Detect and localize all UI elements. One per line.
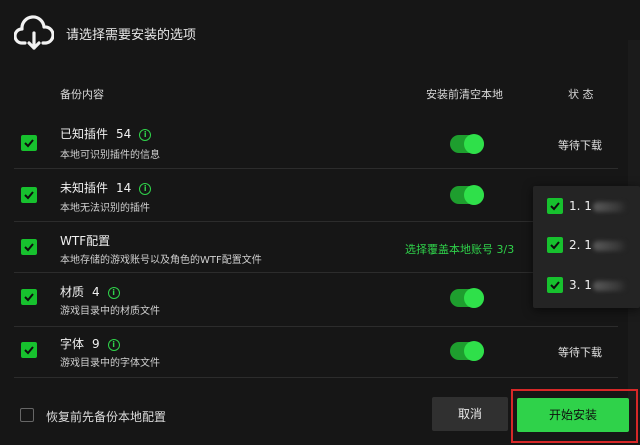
list-item-known-plugins: 已知插件 54 i 本地可识别插件的信息 等待下载 [0,118,640,168]
textures-checkbox[interactable] [21,289,37,305]
header: 请选择需要安装的选项 [0,0,640,70]
info-icon[interactable]: i [107,339,120,351]
row-count: 9 [92,337,100,351]
account-label: 2. 1 [569,238,592,252]
divider [14,272,618,273]
row-title: 未知插件 14 i [60,179,152,196]
row-description: 本地无法识别的插件 [60,203,150,214]
known-plugins-checkbox[interactable] [21,135,37,151]
column-header-content: 备份内容 [60,88,104,101]
row-count: 14 [116,181,132,195]
unknown-plugins-checkbox[interactable] [21,187,37,203]
row-name: 已知插件 [60,127,109,141]
redacted-text [593,281,627,291]
clear-toggle[interactable] [450,288,484,308]
start-install-button[interactable]: 开始安装 [517,398,629,432]
row-count: 4 [92,285,100,299]
row-name: 材质 [60,285,85,299]
cancel-button[interactable]: 取消 [432,397,508,431]
clear-toggle[interactable] [450,341,484,361]
list-item-fonts: 字体 9 i 游戏目录中的字体文件 等待下载 [0,328,640,378]
redacted-text [593,202,627,212]
account-label: 3. 1 [569,278,592,292]
row-description: 本地存储的游戏账号以及角色的WTF配置文件 [60,255,262,266]
row-name: 未知插件 [60,181,109,195]
backup-checkbox[interactable] [20,408,34,422]
backup-label: 恢复前先备份本地配置 [46,410,167,424]
account-select-popup: 1. 1 2. 1 3. 1 [533,186,640,308]
row-name: WTF配置 [60,234,111,248]
cloud-download-icon [14,15,54,50]
account-2-checkbox[interactable] [547,237,563,253]
column-header-clear: 安装前清空本地 [426,88,503,101]
account-label: 1. 1 [569,199,592,213]
info-icon[interactable]: i [107,287,120,299]
status-text: 等待下载 [558,139,602,152]
column-header-status: 状 态 [568,88,594,101]
row-name: 字体 [60,337,85,351]
account-option-2[interactable]: 2. 1 [547,237,637,257]
divider [14,377,618,378]
row-title: 字体 9 i [60,335,120,352]
clear-toggle[interactable] [450,134,484,154]
divider [14,326,618,327]
row-title: WTF配置 [60,232,110,249]
divider [14,168,618,169]
row-description: 游戏目录中的字体文件 [60,358,160,369]
row-count: 54 [116,127,132,141]
account-option-3[interactable]: 3. 1 [547,277,637,297]
row-description: 本地可识别插件的信息 [60,150,160,161]
fonts-checkbox[interactable] [21,342,37,358]
wtf-checkbox[interactable] [21,239,37,255]
row-title: 材质 4 i [60,283,120,300]
account-1-checkbox[interactable] [547,198,563,214]
select-accounts-link[interactable]: 选择覆盖本地账号 3/3 [405,241,514,257]
info-icon[interactable]: i [139,129,152,141]
account-3-checkbox[interactable] [547,277,563,293]
dialog-title: 请选择需要安装的选项 [66,28,197,43]
info-icon[interactable]: i [139,183,152,195]
divider [14,221,618,222]
account-option-1[interactable]: 1. 1 [547,198,637,218]
clear-toggle[interactable] [450,185,484,205]
redacted-text [593,241,627,251]
status-text: 等待下载 [558,346,602,359]
row-title: 已知插件 54 i [60,125,152,142]
row-description: 游戏目录中的材质文件 [60,306,160,317]
